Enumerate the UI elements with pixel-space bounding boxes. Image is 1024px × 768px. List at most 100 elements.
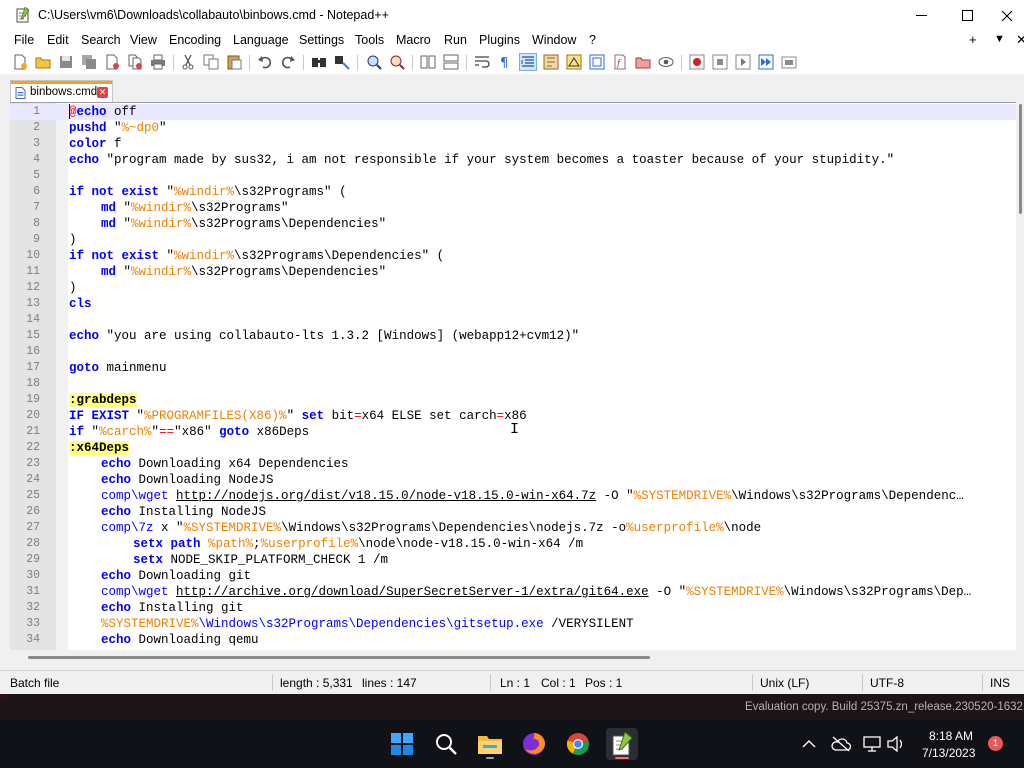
undo-button[interactable] <box>257 54 273 70</box>
taskbar-firefox[interactable] <box>518 728 550 760</box>
sync-horizontal-button[interactable] <box>443 54 459 70</box>
menu-help[interactable]: ? <box>589 33 596 47</box>
code-line[interactable]: 17 goto mainmenu <box>10 360 1016 376</box>
tray-volume[interactable] <box>886 734 906 754</box>
code-line[interactable]: 9) <box>10 232 1016 248</box>
code-line[interactable]: 16 <box>10 344 1016 360</box>
menu-plugins[interactable]: Plugins <box>479 33 520 47</box>
minimize-button[interactable] <box>898 0 944 31</box>
cut-button[interactable] <box>180 54 196 70</box>
code-line[interactable]: 33 %SYSTEMDRIVE%\Windows\s32Programs\Depe… <box>10 616 1016 632</box>
clock-time[interactable]: 8:18 AM <box>929 729 973 743</box>
code-editor[interactable]: 1 @echo off 2 pushd "%~dp0" 3 color f 4 echo "p… <box>10 102 1016 651</box>
tray-overflow-button[interactable] <box>799 734 819 754</box>
taskbar-chrome[interactable] <box>562 728 594 760</box>
document-map-button[interactable] <box>566 54 582 70</box>
menu-macro[interactable]: Macro <box>396 33 431 47</box>
record-macro-button[interactable] <box>689 54 705 70</box>
monitoring-button[interactable] <box>658 54 674 70</box>
vertical-scrollbar-thumb[interactable] <box>1019 104 1022 214</box>
replace-button[interactable] <box>334 54 350 70</box>
clock-date[interactable]: 7/13/2023 <box>922 746 975 760</box>
code-line[interactable]: 29 setx NODE_SKIP_PLATFORM_CHECK 1 /m <box>10 552 1016 568</box>
menu-search[interactable]: Search <box>81 33 121 47</box>
code-line[interactable]: 27 comp\7z x "%SYSTEMDRIVE%\Windows\s32Pr… <box>10 520 1016 536</box>
close-all-button[interactable] <box>127 54 143 70</box>
word-wrap-button[interactable] <box>474 54 490 70</box>
code-line[interactable]: 18 <box>10 376 1016 392</box>
code-line[interactable]: 11 md "%windir%\s32Programs\Dependencies" <box>10 264 1016 280</box>
code-line[interactable]: 28 setx path %path%;%userprofile%\node\no… <box>10 536 1016 552</box>
code-line[interactable]: 1 @echo off <box>10 104 1016 120</box>
tray-network[interactable] <box>862 734 882 754</box>
print-button[interactable] <box>150 54 166 70</box>
code-line[interactable]: 15 echo "you are using collabauto-lts 1.3… <box>10 328 1016 344</box>
paste-button[interactable] <box>226 54 242 70</box>
code-line[interactable]: 32 echo Installing git <box>10 600 1016 616</box>
play-macro-button[interactable] <box>735 54 751 70</box>
menu-window[interactable]: Window <box>532 33 576 47</box>
new-tab-button[interactable]: + <box>969 32 977 47</box>
code-line[interactable]: 34 echo Downloading qemu <box>10 632 1016 648</box>
tab-close-icon[interactable]: ✕ <box>97 87 108 98</box>
taskbar-notepadpp[interactable] <box>606 728 638 760</box>
menu-settings[interactable]: Settings <box>299 33 344 47</box>
code-line[interactable]: 8 md "%windir%\s32Programs\Dependencies" <box>10 216 1016 232</box>
sync-vertical-button[interactable] <box>420 54 436 70</box>
tab-binbows-cmd[interactable]: binbows.cmd ✕ <box>10 80 113 102</box>
copy-button[interactable] <box>203 54 219 70</box>
code-line[interactable]: 7 md "%windir%\s32Programs" <box>10 200 1016 216</box>
function-list-button[interactable] <box>589 54 605 70</box>
code-line[interactable]: 6 if not exist "%windir%\s32Programs" ( <box>10 184 1016 200</box>
code-line[interactable]: 10 if not exist "%windir%\s32Programs\Dep… <box>10 248 1016 264</box>
code-line[interactable]: 19:grabdeps <box>10 392 1016 408</box>
notification-badge[interactable]: 1 <box>988 736 1003 751</box>
menu-view[interactable]: View <box>130 33 157 47</box>
close-doc-button[interactable]: ✕ <box>1016 32 1024 48</box>
save-macro-button[interactable] <box>781 54 797 70</box>
horizontal-scrollbar-thumb[interactable] <box>28 656 650 659</box>
folder-as-workspace-button[interactable]: f <box>612 54 628 70</box>
new-file-button[interactable] <box>12 54 28 70</box>
code-line[interactable]: 4 echo "program made by sus32, i am not r… <box>10 152 1016 168</box>
taskbar-file-explorer[interactable] <box>474 728 506 760</box>
indent-guide-button[interactable] <box>519 53 537 71</box>
code-line[interactable]: 24 echo Downloading NodeJS <box>10 472 1016 488</box>
tray-onedrive[interactable] <box>831 734 851 754</box>
menu-language[interactable]: Language <box>233 33 289 47</box>
menu-tools[interactable]: Tools <box>355 33 384 47</box>
code-line[interactable]: 25 comp\wget http://nodejs.org/dist/v18.1… <box>10 488 1016 504</box>
code-line[interactable]: 12) <box>10 280 1016 296</box>
close-window-button[interactable] <box>990 0 1024 31</box>
menu-file[interactable]: File <box>14 33 34 47</box>
zoom-out-button[interactable] <box>389 54 405 70</box>
tab-list-button[interactable]: ▼ <box>994 33 1005 45</box>
code-line[interactable]: 5 <box>10 168 1016 184</box>
start-button[interactable] <box>386 728 418 760</box>
redo-button[interactable] <box>280 54 296 70</box>
save-all-button[interactable] <box>81 54 97 70</box>
title-bar[interactable]: C:\Users\vm6\Downloads\collabauto\binbow… <box>0 0 1024 31</box>
taskbar-search-button[interactable] <box>430 728 462 760</box>
code-line[interactable]: 26 echo Installing NodeJS <box>10 504 1016 520</box>
horizontal-scrollbar[interactable] <box>10 650 1016 664</box>
menu-encoding[interactable]: Encoding <box>169 33 221 47</box>
save-button[interactable] <box>58 54 74 70</box>
zoom-in-button[interactable] <box>366 54 382 70</box>
close-file-button[interactable] <box>104 54 120 70</box>
open-file-button[interactable] <box>35 54 51 70</box>
code-line[interactable]: 3 color f <box>10 136 1016 152</box>
code-line[interactable]: 30 echo Downloading git <box>10 568 1016 584</box>
stop-macro-button[interactable] <box>712 54 728 70</box>
menu-edit[interactable]: Edit <box>47 33 69 47</box>
code-line[interactable]: 2 pushd "%~dp0" <box>10 120 1016 136</box>
maximize-button[interactable] <box>944 0 990 31</box>
run-macro-multiple-button[interactable] <box>758 54 774 70</box>
project-panel-button[interactable] <box>635 54 651 70</box>
user-language-button[interactable] <box>543 54 559 70</box>
code-line[interactable]: 13 cls <box>10 296 1016 312</box>
show-all-chars-button[interactable]: ¶ <box>497 54 513 70</box>
menu-run[interactable]: Run <box>444 33 467 47</box>
find-button[interactable] <box>311 54 327 70</box>
vertical-scrollbar[interactable] <box>1016 102 1024 650</box>
